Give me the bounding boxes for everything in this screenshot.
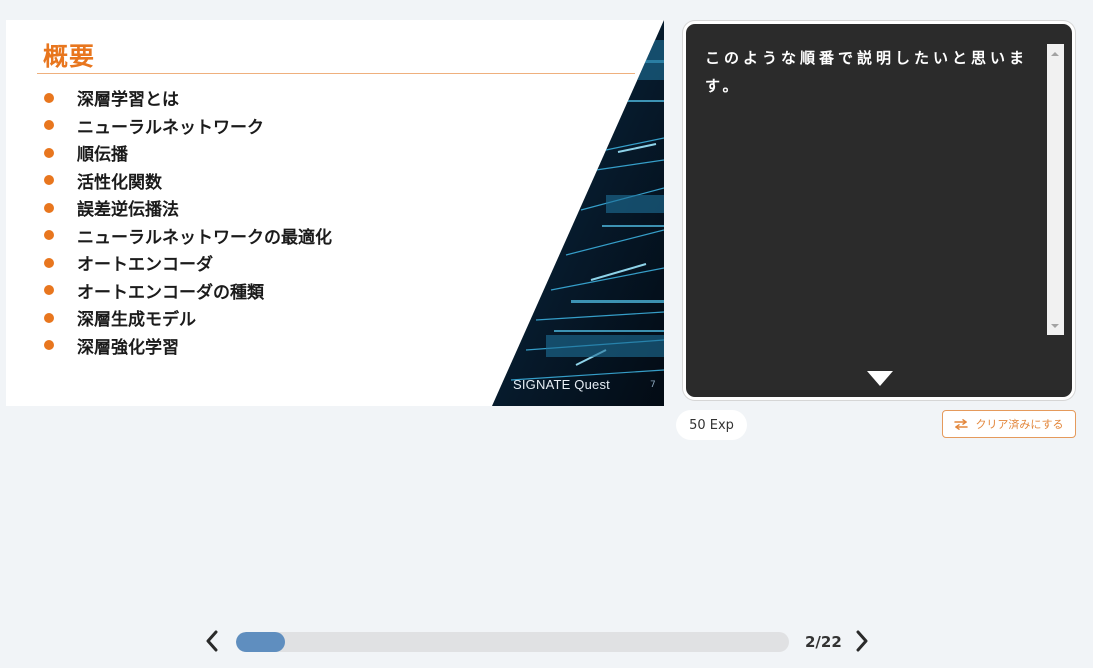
bullet-icon [44,257,54,268]
list-item-label: オートエンコーダの種類 [77,282,264,303]
mark-cleared-label: クリア済みにする [975,418,1064,431]
list-item: 活性化関数 [44,167,332,195]
list-item-label: ニューラルネットワークの最適化 [77,227,332,248]
slide-title-divider [37,73,635,74]
bullet-icon [44,285,54,296]
bullet-icon [44,202,54,213]
list-item: 深層学習とは [44,84,332,112]
list-item: ニューラルネットワークの最適化 [44,222,332,250]
list-item: 誤差逆伝播法 [44,194,332,222]
mark-cleared-button[interactable]: クリア済みにする [942,410,1076,438]
list-item-label: ニューラルネットワーク [77,117,264,138]
narration-panel: このような順番で説明したいと思います。 [683,21,1075,400]
bullet-icon [44,92,54,103]
bullet-icon [44,312,54,323]
page-counter: 2/22 [805,633,842,651]
list-item: 深層強化学習 [44,332,332,360]
list-item-label: 活性化関数 [77,172,162,193]
scroll-down-icon[interactable] [1051,324,1059,328]
narration-scrollbar[interactable] [1047,44,1064,335]
bullet-icon [44,340,54,351]
slide-brand-logo: SIGNATE Quest [513,377,610,392]
bullet-icon [44,230,54,241]
bullet-icon [44,120,54,131]
slide-page-number: 7 [650,380,656,390]
scroll-up-icon[interactable] [1051,52,1059,56]
bullet-icon [44,175,54,186]
list-item: ニューラルネットワーク [44,112,332,140]
progress-bar [236,632,789,652]
list-item-label: 深層強化学習 [77,337,179,358]
list-item-label: オートエンコーダ [77,255,213,276]
list-item: 深層生成モデル [44,304,332,332]
slide-outline-list: 深層学習とは ニューラルネットワーク 順伝播 活性化関数 誤差逆伝播法 ニューラ… [44,84,332,359]
swap-arrows-icon [954,418,969,430]
list-item: オートエンコーダの種類 [44,277,332,305]
progress-bar-fill [236,632,285,652]
bullet-icon [44,147,54,158]
narration-text: このような順番で説明したいと思います。 [705,49,1029,95]
list-item: オートエンコーダ [44,249,332,277]
slide-title: 概要 [43,42,96,71]
triangle-down-icon[interactable] [867,371,893,386]
list-item-label: 順伝播 [77,145,128,166]
chevron-left-icon[interactable] [201,629,225,653]
list-item-label: 深層学習とは [77,90,179,111]
exp-badge: 50 Exp [676,410,747,440]
chevron-right-icon[interactable] [849,629,873,653]
list-item-label: 深層生成モデル [77,310,196,331]
list-item-label: 誤差逆伝播法 [77,200,179,221]
slide-image: 概要 深層学習とは ニューラルネットワーク 順伝播 活性化関数 誤差逆伝播法 ニ… [6,20,664,406]
list-item: 順伝播 [44,139,332,167]
